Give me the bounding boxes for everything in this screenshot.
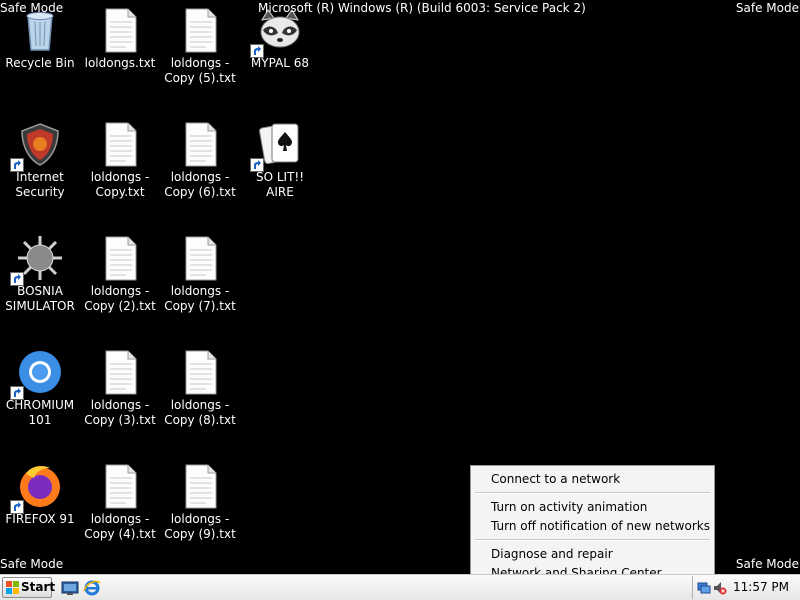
text-file-icon — [96, 6, 144, 54]
desktop-icon-text-file[interactable]: loldongs - Copy (5).txt — [160, 0, 240, 110]
shortcut-arrow-icon — [10, 500, 24, 514]
network-context-menu: Connect to a network Turn on activity an… — [470, 465, 715, 585]
safe-mode-label-top-right: Safe Mode — [735, 1, 799, 15]
shield-icon — [10, 120, 64, 172]
firefox-icon — [10, 462, 64, 514]
shortcut-arrow-icon — [250, 158, 264, 172]
desktop-icon-label: loldongs - Copy (4).txt — [84, 512, 156, 541]
desktop-icon-chromium[interactable]: CHROMIUM 101 — [0, 342, 80, 452]
shortcut-arrow-icon — [10, 272, 24, 286]
desktop-icon-text-file[interactable]: loldongs - Copy (6).txt — [160, 114, 240, 224]
menu-item-network-notifications[interactable]: Turn off notification of new networks — [491, 518, 710, 534]
taskbar: Start 11:57 PM — [0, 574, 800, 600]
system-build-banner: Microsoft (R) Windows (R) (Build 6003: S… — [258, 1, 586, 15]
text-file-icon — [176, 6, 224, 54]
desktop-icon-text-file[interactable]: loldongs - Copy (7).txt — [160, 228, 240, 338]
internet-explorer-icon[interactable] — [83, 579, 101, 597]
desktop-icon-label: Internet Security — [15, 170, 65, 199]
desktop-icon-label: loldongs - Copy.txt — [90, 170, 150, 199]
desktop-icon-text-file[interactable]: loldongs - Copy (2).txt — [80, 228, 160, 338]
recycle-bin-icon — [16, 6, 64, 54]
system-tray: 11:57 PM — [692, 576, 800, 599]
menu-item-activity-animation[interactable]: Turn on activity animation — [491, 499, 647, 515]
desktop-icon-internet-security[interactable]: Internet Security — [0, 114, 80, 224]
shortcut-arrow-icon — [10, 158, 24, 172]
text-file-icon — [96, 462, 144, 510]
start-button[interactable]: Start — [2, 577, 56, 598]
desktop-icon-mypal[interactable]: MYPAL 68 — [240, 0, 320, 110]
desktop-icon-label: CHROMIUM 101 — [5, 398, 75, 427]
desktop-icon-label: SO LIT!! AIRE — [255, 170, 305, 199]
safe-mode-label-bottom-right: Safe Mode — [735, 557, 799, 571]
desktop-icon-text-file[interactable]: loldongs - Copy (3).txt — [80, 342, 160, 452]
text-file-icon — [176, 462, 224, 510]
desktop-icon-text-file[interactable]: loldongs - Copy (9).txt — [160, 456, 240, 566]
desktop-icon-label: loldongs.txt — [84, 56, 156, 70]
show-desktop-icon[interactable] — [61, 579, 79, 597]
desktop-icon-label: loldongs - Copy (7).txt — [164, 284, 236, 313]
chromium-icon — [10, 348, 64, 400]
desktop-icon-text-file[interactable]: loldongs - Copy (4).txt — [80, 456, 160, 566]
solitaire-cards-icon — [250, 120, 304, 172]
text-file-icon — [176, 348, 224, 396]
desktop-icon-label: loldongs - Copy (2).txt — [84, 284, 156, 313]
desktop-icon-label: FIREFOX 91 — [5, 512, 75, 526]
shortcut-arrow-icon — [10, 386, 24, 400]
text-file-icon — [176, 234, 224, 282]
menu-separator — [475, 539, 710, 541]
desktop-icon-label: loldongs - Copy (6).txt — [164, 170, 236, 199]
desktop-icon-recycle-bin[interactable]: Recycle Bin — [0, 0, 80, 110]
desktop-icon-solitaire[interactable]: SO LIT!! AIRE — [240, 114, 320, 224]
desktop-icon-label: BOSNIA SIMULATOR — [5, 284, 75, 313]
shortcut-arrow-icon — [250, 44, 264, 58]
text-file-icon — [176, 120, 224, 168]
text-file-icon — [96, 234, 144, 282]
network-icon[interactable] — [697, 581, 711, 595]
desktop-icon-text-file[interactable]: loldongs - Copy.txt — [80, 114, 160, 224]
desktop-icon-label: loldongs - Copy (5).txt — [164, 56, 236, 85]
desktop-icon-label: loldongs - Copy (3).txt — [84, 398, 156, 427]
menu-item-connect-to-network[interactable]: Connect to a network — [491, 471, 620, 487]
menu-separator — [475, 492, 710, 494]
desktop-icon-firefox[interactable]: FIREFOX 91 — [0, 456, 80, 566]
windows-flag-icon — [6, 581, 19, 594]
text-file-icon — [96, 348, 144, 396]
menu-item-diagnose-and-repair[interactable]: Diagnose and repair — [491, 546, 613, 562]
desktop-icon-label: loldongs - Copy (8).txt — [164, 398, 236, 427]
clock[interactable]: 11:57 PM — [733, 580, 789, 594]
spiked-ball-icon — [10, 234, 64, 286]
desktop-icon-label: MYPAL 68 — [250, 56, 310, 70]
desktop-icon-label: Recycle Bin — [5, 56, 75, 70]
text-file-icon — [96, 120, 144, 168]
desktop-icon-label: loldongs - Copy (9).txt — [164, 512, 236, 541]
desktop-icon-text-file[interactable]: loldongs - Copy (8).txt — [160, 342, 240, 452]
start-button-label: Start — [21, 580, 56, 594]
desktop-icon-bosnia-simulator[interactable]: BOSNIA SIMULATOR — [0, 228, 80, 338]
volume-muted-icon[interactable] — [713, 581, 727, 595]
desktop-icon-text-file[interactable]: loldongs.txt — [80, 0, 160, 110]
